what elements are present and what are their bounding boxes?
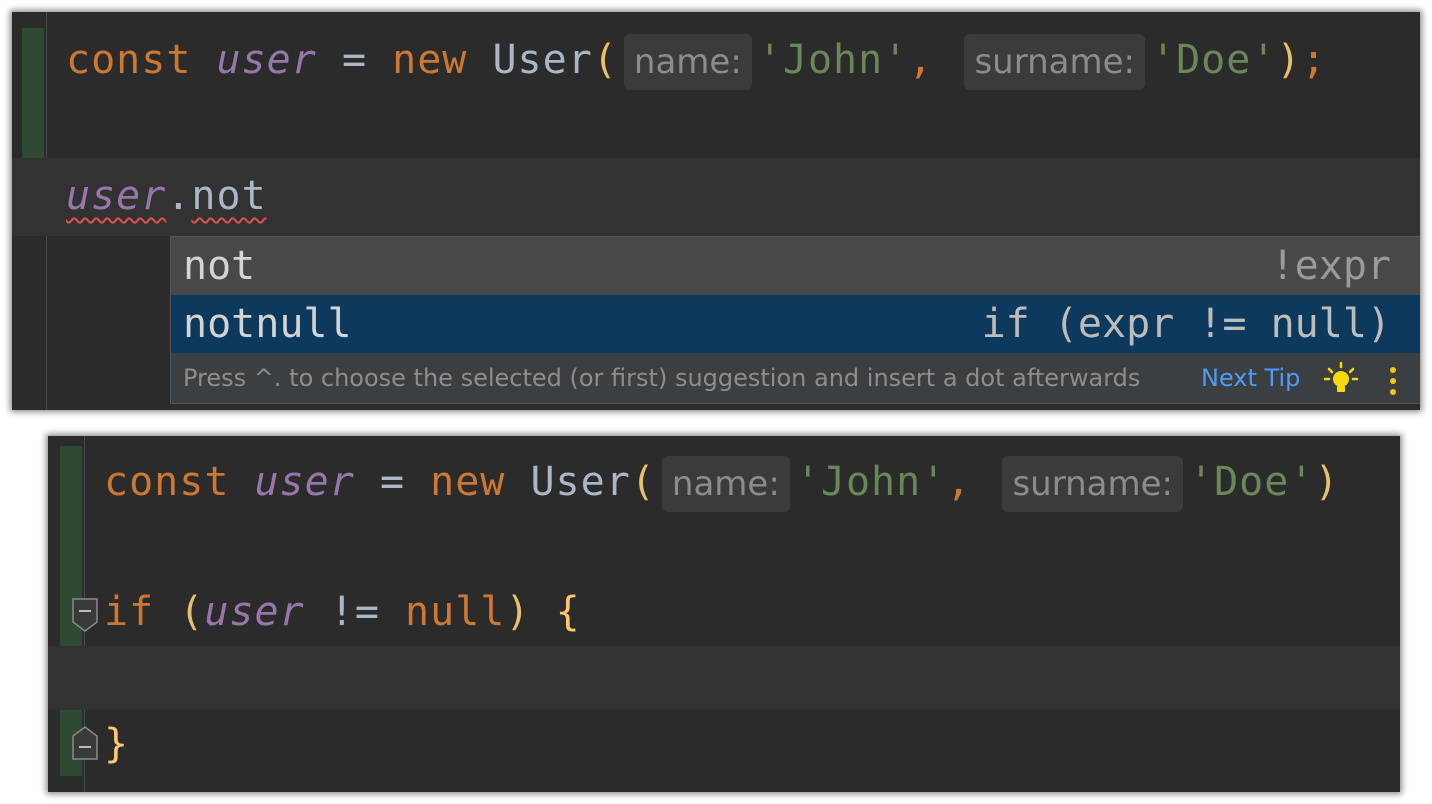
close-brace: }: [104, 721, 130, 767]
open-paren: (: [630, 459, 656, 505]
dot: .: [166, 173, 192, 219]
variable-user-error: user: [66, 173, 167, 219]
completion-item-name: not: [183, 243, 256, 289]
current-line-highlight: [48, 646, 1400, 710]
completion-item[interactable]: not !expr: [171, 237, 1420, 295]
keyword-const: const: [66, 37, 192, 83]
string-arg-name: 'John': [795, 459, 947, 505]
code-line-typing[interactable]: user.not: [66, 172, 267, 220]
open-brace: {: [555, 589, 581, 635]
variable-user: user: [254, 459, 355, 505]
param-hint-surname: surname:: [964, 34, 1145, 90]
param-hint-name: name:: [623, 34, 752, 90]
code-line-declaration[interactable]: const user = new User(name: 'John', surna…: [66, 34, 1327, 90]
next-tip-link[interactable]: Next Tip: [1201, 353, 1300, 403]
more-vertical-icon[interactable]: [1389, 363, 1397, 410]
code-line-close[interactable]: }: [104, 720, 129, 768]
keyword-null: null: [405, 589, 506, 635]
comma: ,: [946, 459, 972, 505]
param-hint-name: name:: [661, 456, 790, 512]
editor-panel-after: const user = new User(name: 'John', surna…: [48, 436, 1400, 792]
open-paren: (: [592, 37, 618, 83]
code-line-if[interactable]: if (user != null) {: [104, 588, 581, 636]
footer-hint-text: Press ^. to choose the selected (or firs…: [183, 364, 1141, 392]
close-paren: ): [1276, 37, 1302, 83]
variable-user: user: [204, 589, 305, 635]
variable-user: user: [216, 37, 317, 83]
code-line-declaration[interactable]: const user = new User(name: 'John', surna…: [104, 456, 1340, 512]
close-paren: ): [1314, 459, 1340, 505]
member-not-error: not: [191, 173, 267, 219]
close-paren: ): [505, 589, 531, 635]
completion-popup: not !expr notnull if (expr != null) Pres…: [170, 236, 1420, 404]
keyword-const: const: [104, 459, 230, 505]
assign-operator: =: [379, 459, 406, 505]
param-hint-surname: surname:: [1002, 456, 1183, 512]
class-name: User: [492, 37, 593, 83]
fold-collapse-icon[interactable]: [72, 598, 98, 632]
class-name: User: [530, 459, 631, 505]
completion-item-tail: if (expr != null): [981, 301, 1391, 347]
not-equal-operator: !=: [329, 589, 380, 635]
keyword-new: new: [430, 459, 506, 505]
string-arg-surname: 'Doe': [1151, 37, 1277, 83]
assign-operator: =: [341, 37, 368, 83]
comma: ,: [908, 37, 934, 83]
completion-item-selected[interactable]: notnull if (expr != null): [171, 295, 1420, 353]
string-arg-surname: 'Doe': [1189, 459, 1315, 505]
completion-footer: Press ^. to choose the selected (or firs…: [171, 353, 1420, 403]
semicolon: ;: [1301, 37, 1327, 83]
completion-item-name: notnull: [183, 301, 352, 347]
fold-end-icon[interactable]: [72, 726, 98, 760]
open-paren: (: [179, 589, 205, 635]
keyword-new: new: [392, 37, 468, 83]
string-arg-name: 'John': [757, 37, 909, 83]
completion-item-tail: !expr: [1270, 243, 1391, 289]
lightbulb-icon[interactable]: [1323, 361, 1359, 410]
keyword-if: if: [104, 589, 155, 635]
editor-panel-before: const user = new User(name: 'John', surna…: [12, 12, 1420, 410]
